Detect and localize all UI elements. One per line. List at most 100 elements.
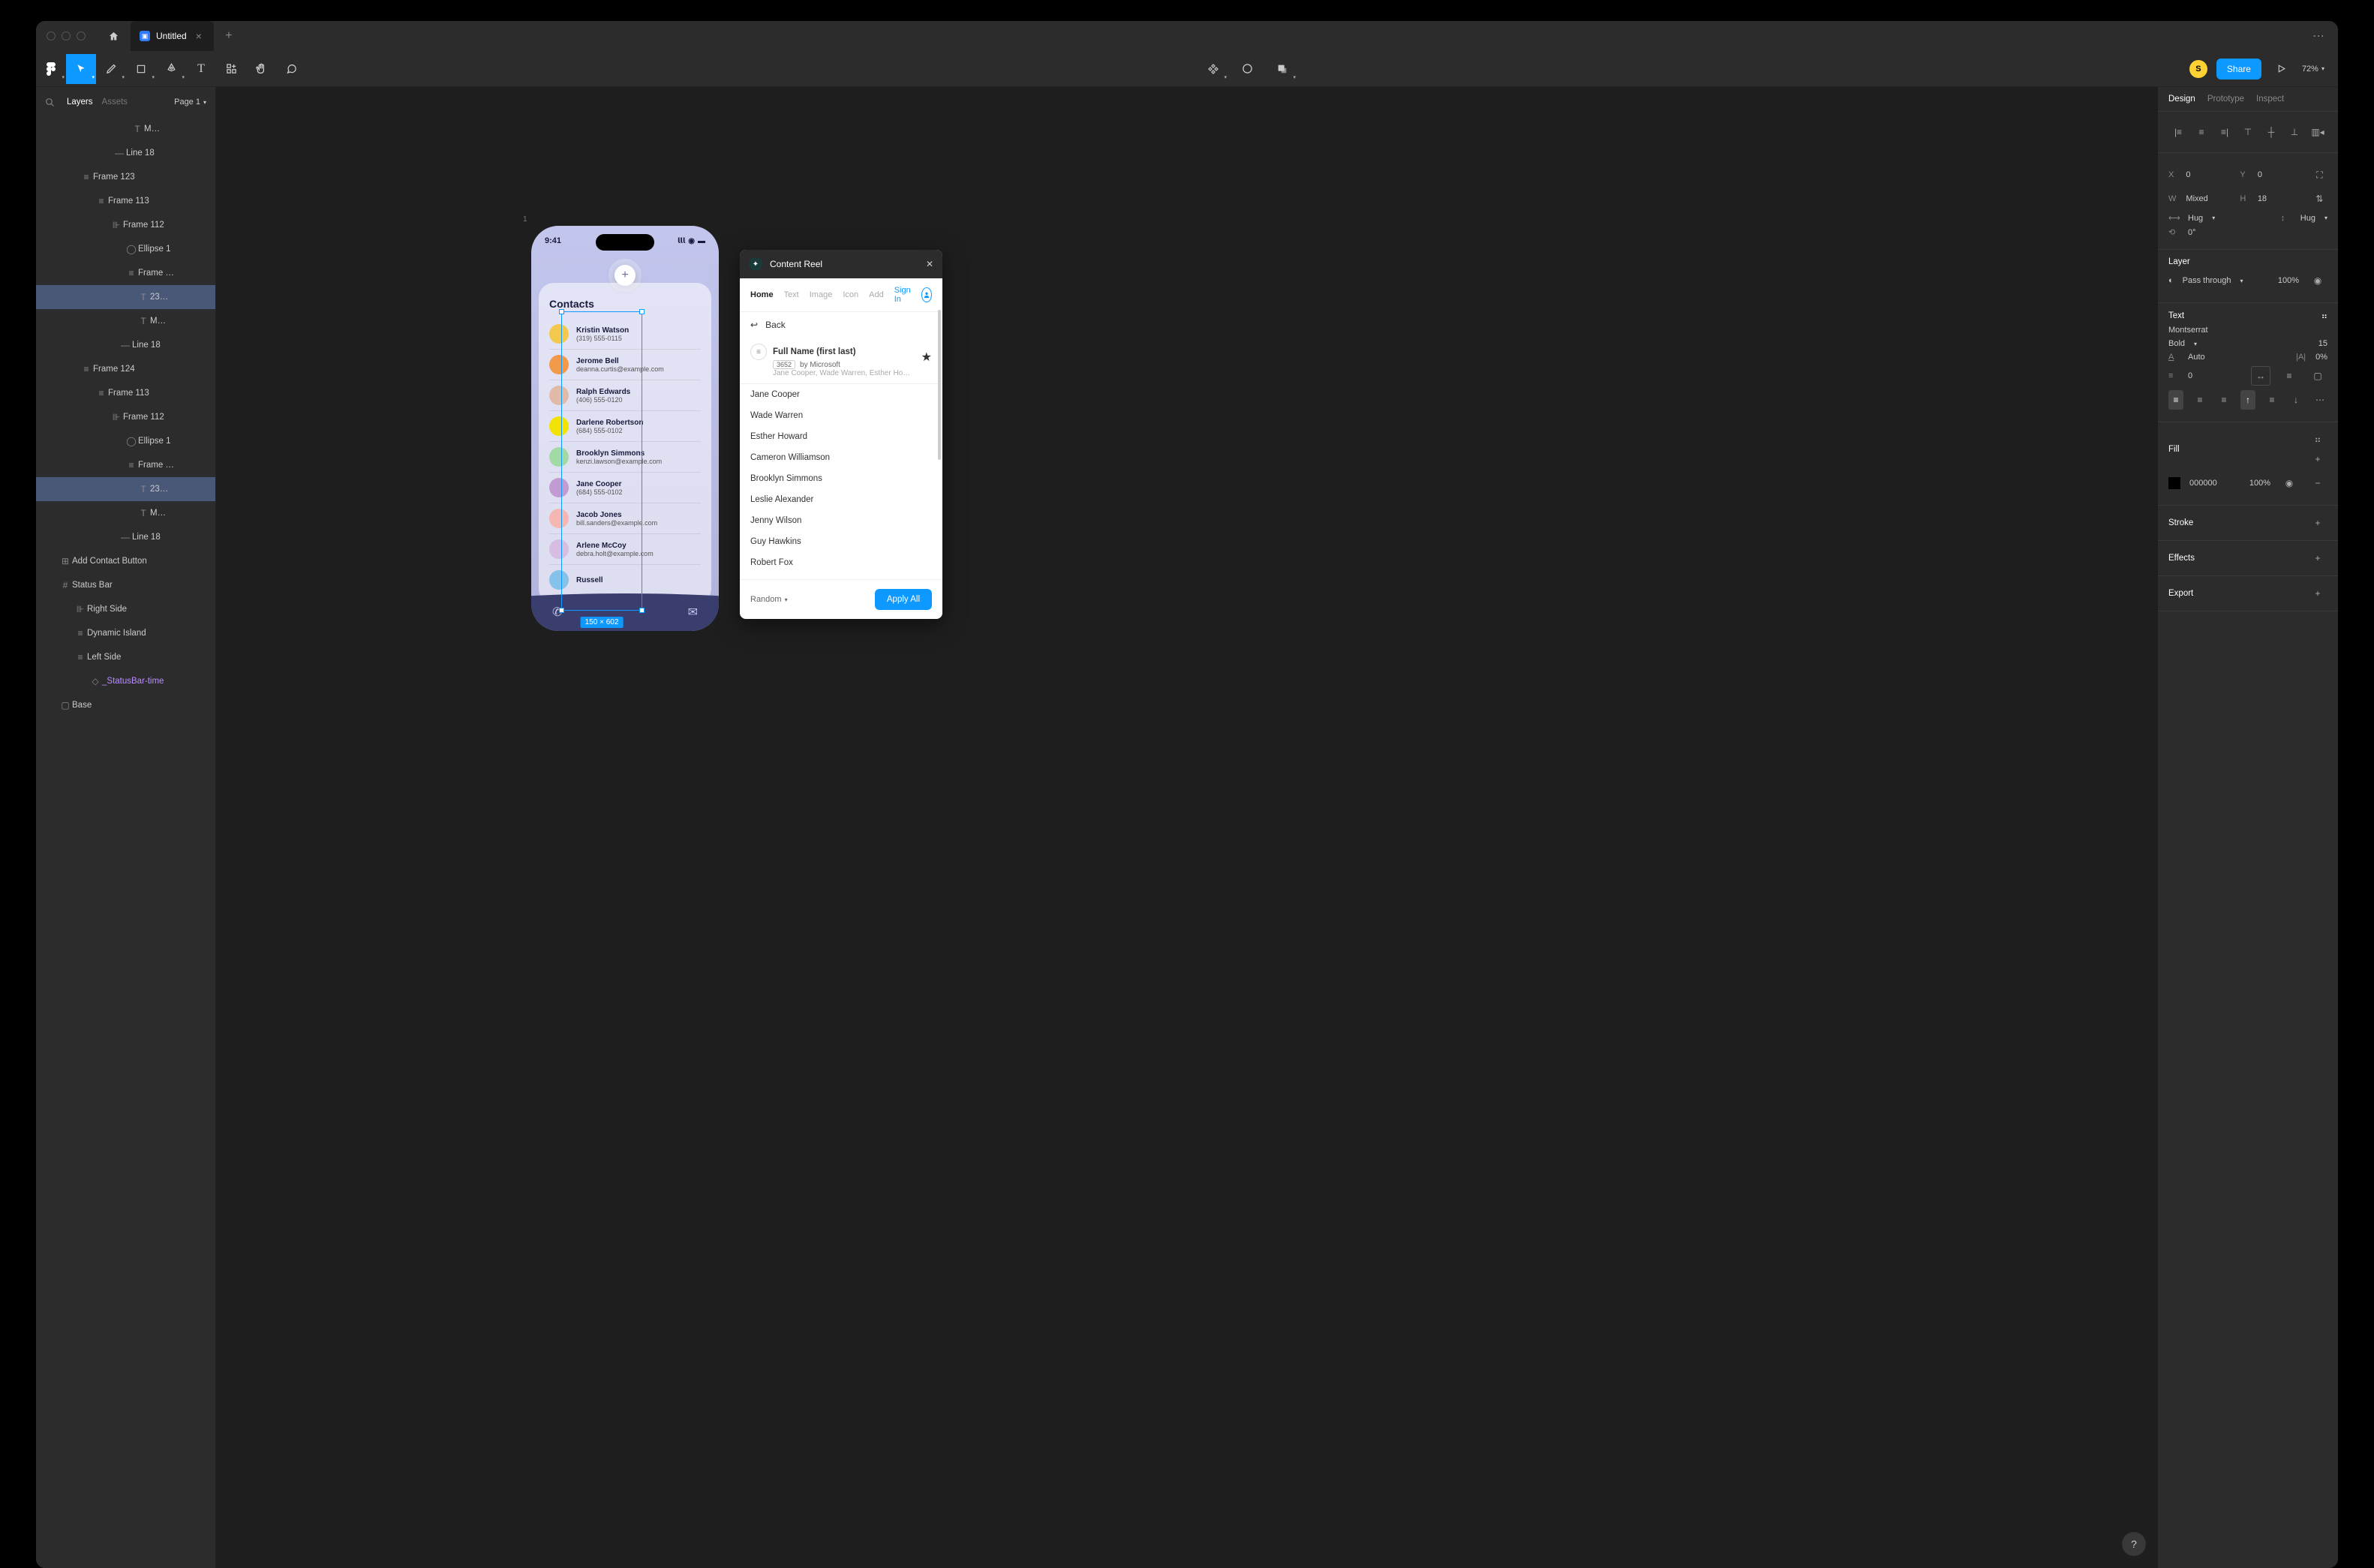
add-export-icon[interactable]: + xyxy=(2308,584,2327,603)
canvas[interactable]: 1 9:41 𝗹𝗹𝗹 ◉ ▬ + Contacts Kristin Watson… xyxy=(216,87,2158,1568)
para-spacing[interactable]: 0 xyxy=(2188,371,2192,380)
min-traffic-light[interactable] xyxy=(62,32,71,41)
align-hcenter-icon[interactable]: ≡ xyxy=(2192,122,2211,142)
boolean-tool[interactable]: ▾ xyxy=(1267,54,1297,84)
autoheight-icon[interactable]: ≡ xyxy=(2279,366,2299,386)
align-right-icon[interactable]: ≡| xyxy=(2215,122,2234,142)
layer-row[interactable]: ◯Ellipse 1 xyxy=(36,237,215,261)
layer-row[interactable]: ◯Ellipse 1 xyxy=(36,429,215,453)
zoom-control[interactable]: 72%▾ xyxy=(2302,65,2324,74)
hand-tool[interactable] xyxy=(246,54,276,84)
layer-opacity[interactable]: 100% xyxy=(2278,276,2299,285)
plugin-entry[interactable]: ≡ Full Name (first last) 3652 by Microso… xyxy=(740,338,942,384)
add-stroke-icon[interactable]: + xyxy=(2308,513,2327,533)
rotation-input[interactable] xyxy=(2188,228,2233,237)
fill-styles-icon[interactable]: ⠶ xyxy=(2308,430,2327,449)
resources-tool[interactable] xyxy=(216,54,246,84)
text-options-icon[interactable]: ⋯ xyxy=(2312,390,2327,410)
x-input[interactable] xyxy=(2186,170,2231,179)
main-menu-button[interactable]: ▾ xyxy=(36,54,66,84)
align-vcenter-icon[interactable]: ┼ xyxy=(2261,122,2281,142)
layer-row[interactable]: ≡Frame … xyxy=(36,453,215,477)
plugin-tab-icon[interactable]: Icon xyxy=(843,290,858,299)
plugin-list-item[interactable]: Wade Warren xyxy=(740,405,942,426)
titlebar-menu[interactable]: ⋯ xyxy=(2312,29,2338,44)
fixed-icon[interactable]: ▢ xyxy=(2308,366,2327,386)
layer-row[interactable]: TM… xyxy=(36,117,215,141)
assets-tab[interactable]: Assets xyxy=(102,98,128,107)
layer-row[interactable]: ≡Frame 124 xyxy=(36,357,215,381)
font-size[interactable]: 15 xyxy=(2318,339,2327,348)
move-tool[interactable]: ▾ xyxy=(66,54,96,84)
layer-row[interactable]: —Line 18 xyxy=(36,333,215,357)
text-bottom-icon[interactable]: ↓ xyxy=(2288,390,2303,410)
plugin-list-item[interactable]: Brooklyn Simmons xyxy=(740,468,942,489)
h-input[interactable] xyxy=(2258,194,2303,203)
plugin-signin[interactable]: Sign In xyxy=(894,286,911,304)
plugin-list-item[interactable]: Jane Cooper xyxy=(740,384,942,405)
inspect-tab[interactable]: Inspect xyxy=(2256,95,2284,104)
search-icon[interactable] xyxy=(45,98,55,107)
layer-row[interactable]: —Line 18 xyxy=(36,141,215,165)
resize-w[interactable]: Hug xyxy=(2188,214,2203,223)
layer-row[interactable]: ≡Frame 113 xyxy=(36,381,215,405)
w-input[interactable] xyxy=(2186,194,2231,203)
plugin-scrollbar[interactable] xyxy=(938,310,941,460)
layer-row[interactable]: ⊞Add Contact Button xyxy=(36,549,215,573)
align-left-icon[interactable]: |≡ xyxy=(2168,122,2188,142)
align-bottom-icon[interactable]: ⊥ xyxy=(2285,122,2304,142)
prototype-tab[interactable]: Prototype xyxy=(2207,95,2244,104)
blend-mode[interactable]: Pass through xyxy=(2183,276,2231,285)
fill-visibility-icon[interactable]: ◉ xyxy=(2279,473,2299,493)
text-center-icon[interactable]: ≡ xyxy=(2192,390,2207,410)
fill-remove-icon[interactable]: − xyxy=(2308,473,2327,493)
autowidth-icon[interactable]: ↔ xyxy=(2251,366,2270,386)
page-selector[interactable]: Page 1▾ xyxy=(174,98,206,107)
frame-fit-icon[interactable]: ⛶ xyxy=(2312,165,2327,185)
add-fill-icon[interactable]: + xyxy=(2308,449,2327,469)
letter-spacing[interactable]: 0% xyxy=(2315,353,2327,362)
resize-h[interactable]: Hug xyxy=(2300,214,2315,223)
line-height[interactable]: Auto xyxy=(2188,353,2205,362)
plugin-list-item[interactable]: Jacob Jones xyxy=(740,573,942,579)
layer-row[interactable]: ⊪Frame 112 xyxy=(36,405,215,429)
home-button[interactable] xyxy=(96,31,131,42)
layer-row[interactable]: TM… xyxy=(36,309,215,333)
apply-all-button[interactable]: Apply All xyxy=(875,589,932,610)
layer-row[interactable]: —Line 18 xyxy=(36,525,215,549)
close-tab-button[interactable]: × xyxy=(193,30,205,42)
text-left-icon[interactable]: ≡ xyxy=(2168,390,2183,410)
plugin-mode-select[interactable]: Random▾ xyxy=(750,595,788,604)
plugin-list-item[interactable]: Leslie Alexander xyxy=(740,489,942,510)
plugin-header[interactable]: ✦ Content Reel ✕ xyxy=(740,250,942,278)
close-traffic-light[interactable] xyxy=(47,32,56,41)
layer-row[interactable]: TM… xyxy=(36,501,215,525)
plugin-close-button[interactable]: ✕ xyxy=(926,259,933,269)
add-effect-icon[interactable]: + xyxy=(2308,548,2327,568)
plugin-list-item[interactable]: Robert Fox xyxy=(740,552,942,573)
mask-tool[interactable] xyxy=(1233,54,1263,84)
text-right-icon[interactable]: ≡ xyxy=(2216,390,2231,410)
plugin-user-icon[interactable] xyxy=(921,287,932,302)
text-styles-icon[interactable]: ⠶ xyxy=(2321,311,2327,321)
text-top-icon[interactable]: ↑ xyxy=(2240,390,2255,410)
layer-row[interactable]: ≡Frame 113 xyxy=(36,189,215,213)
layer-row[interactable]: T23… xyxy=(36,285,215,309)
visibility-icon[interactable]: ◉ xyxy=(2308,271,2327,290)
font-weight[interactable]: Bold xyxy=(2168,339,2185,348)
layer-row[interactable]: ▢Base xyxy=(36,693,215,717)
layer-row[interactable]: ⊪Frame 112 xyxy=(36,213,215,237)
text-middle-icon[interactable]: ≡ xyxy=(2264,390,2279,410)
shape-tool[interactable]: ▾ xyxy=(126,54,156,84)
help-button[interactable]: ? xyxy=(2122,1532,2146,1556)
component-tool[interactable]: ▾ xyxy=(1198,54,1228,84)
layer-row[interactable]: ≡Left Side xyxy=(36,645,215,669)
pen-tool[interactable]: ▾ xyxy=(156,54,186,84)
layer-row[interactable]: T23… xyxy=(36,477,215,501)
share-button[interactable]: Share xyxy=(2216,59,2261,80)
plugin-list-item[interactable]: Jenny Wilson xyxy=(740,510,942,531)
layer-row[interactable]: ≡Frame … xyxy=(36,261,215,285)
star-icon[interactable]: ★ xyxy=(921,350,932,365)
y-input[interactable] xyxy=(2258,170,2303,179)
plugin-tab-image[interactable]: Image xyxy=(810,290,833,299)
